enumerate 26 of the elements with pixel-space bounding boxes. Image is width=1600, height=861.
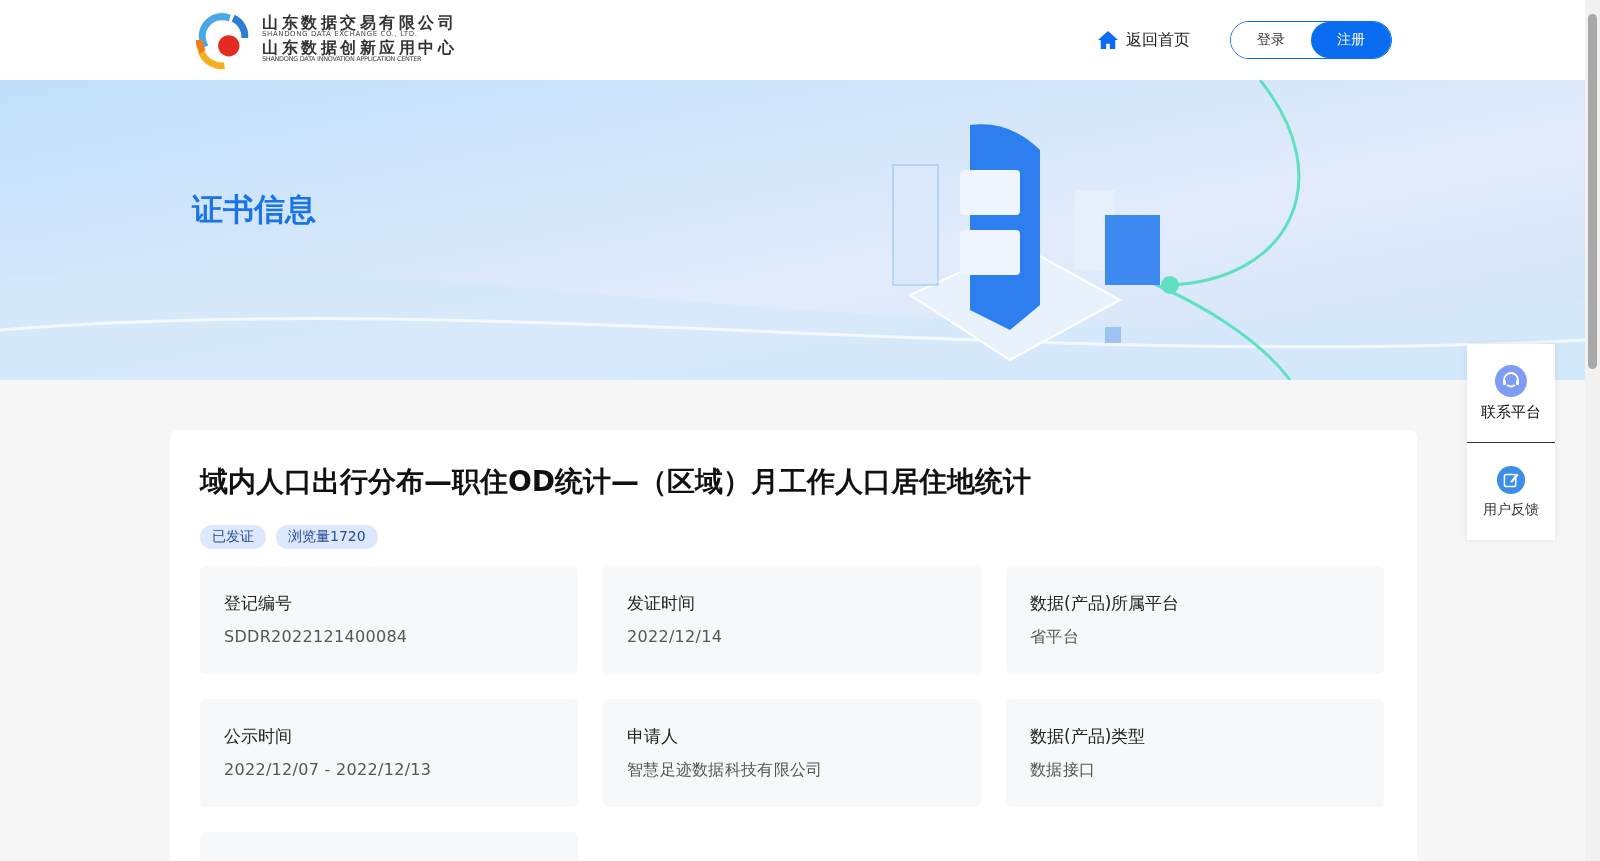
field-label: 公示时间 <box>224 725 292 748</box>
home-icon <box>1097 30 1119 50</box>
field-value: 省平台 <box>1030 627 1079 648</box>
field-label: 发证时间 <box>627 592 695 615</box>
field-label: 登记编号 <box>224 592 292 615</box>
company-name: 山东数据交易有限公司 <box>262 15 457 32</box>
scrollbar[interactable] <box>1585 0 1600 861</box>
field-value: 2022/12/14 <box>627 627 723 646</box>
field-label: 申请人 <box>627 725 678 748</box>
field-value: 2022/12/07 - 2022/12/13 <box>224 760 432 779</box>
field-value: 数据接口 <box>1030 760 1096 781</box>
center-name: 山东数据创新应用中心 <box>262 40 457 57</box>
tag: 浏览量1720 <box>276 525 378 549</box>
certificate-title: 域内人口出行分布—职住OD统计—（区域）月工作人口居住地统计 <box>200 464 1033 500</box>
edit-icon <box>1496 464 1526 495</box>
page-title: 证书信息 <box>192 190 316 229</box>
field-label: 数据(产品)所属平台 <box>1030 592 1180 615</box>
register-button[interactable]: 注册 <box>1311 22 1391 58</box>
field-value: 智慧足迹数据科技有限公司 <box>627 760 823 781</box>
field-label: 数据(产品)类型 <box>1030 725 1146 748</box>
field-value: SDDR2022121400084 <box>224 627 408 646</box>
side-button[interactable]: 联系平台 <box>1467 344 1555 442</box>
headset-icon <box>1495 364 1527 397</box>
side-button[interactable]: 用户反馈 <box>1467 442 1555 540</box>
tag: 已发证 <box>200 525 266 549</box>
home-link[interactable]: 返回首页 <box>1097 29 1190 51</box>
